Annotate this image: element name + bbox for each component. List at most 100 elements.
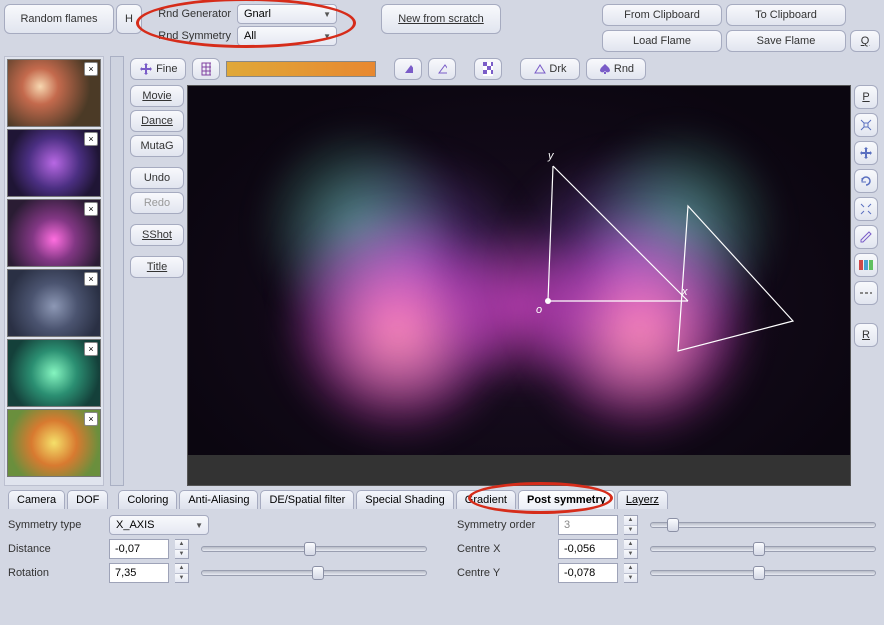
checker-icon — [483, 62, 493, 76]
centre-x-spinner[interactable]: ▲▼ — [624, 539, 638, 559]
palette-icon — [859, 260, 873, 270]
redo-button[interactable]: Redo — [130, 192, 184, 214]
triangle-filled-button[interactable] — [394, 58, 422, 80]
triangle-outline-button[interactable] — [428, 58, 456, 80]
symmetry-order-spinner[interactable]: ▲▼ — [624, 515, 638, 535]
gradient-preview-bar[interactable] — [226, 61, 376, 77]
save-flame-button[interactable]: Save Flame — [726, 30, 846, 52]
h-button[interactable]: H — [116, 4, 142, 34]
centre-y-slider[interactable] — [650, 570, 876, 576]
tab-coloring[interactable]: Coloring — [118, 490, 177, 509]
centre-y-input[interactable]: -0,078 — [558, 563, 618, 583]
centre-y-spinner[interactable]: ▲▼ — [624, 563, 638, 583]
title-button[interactable]: Title — [130, 256, 184, 278]
centre-x-label: Centre X — [457, 543, 552, 555]
tab-dof[interactable]: DOF — [67, 490, 108, 509]
overlay-x-label: x — [682, 286, 688, 298]
rnd-button[interactable]: Rnd — [586, 58, 646, 80]
thumbnail[interactable]: × — [7, 269, 101, 337]
close-icon[interactable]: × — [84, 342, 98, 356]
movie-button[interactable]: Movie — [130, 85, 184, 107]
preview-canvas[interactable]: y o x — [187, 85, 851, 486]
collapse-icon — [859, 118, 873, 132]
thumbnail[interactable]: × — [7, 59, 101, 127]
rnd-symmetry-select[interactable]: All — [237, 26, 337, 46]
grid-icon — [201, 62, 211, 76]
distance-label: Distance — [8, 543, 103, 555]
q-button[interactable]: Q — [850, 30, 880, 52]
centre-x-input[interactable]: -0,056 — [558, 539, 618, 559]
symmetry-order-input[interactable]: 3 — [558, 515, 618, 535]
load-flame-button[interactable]: Load Flame — [602, 30, 722, 52]
distance-spinner[interactable]: ▲▼ — [175, 539, 189, 559]
dash-icon — [859, 288, 873, 298]
new-from-scratch-button[interactable]: New from scratch — [381, 4, 501, 34]
triangle-filled-icon — [403, 63, 413, 75]
rotation-label: Rotation — [8, 567, 103, 579]
rotate-button[interactable] — [854, 169, 878, 193]
symmetry-order-label: Symmetry order — [457, 519, 552, 531]
transform-overlay — [188, 86, 850, 485]
grid-toggle-button[interactable] — [192, 58, 220, 80]
misc-button[interactable] — [854, 281, 878, 305]
symmetry-order-slider[interactable] — [650, 522, 876, 528]
rnd-generator-select[interactable]: Gnarl — [237, 4, 337, 24]
undo-button[interactable]: Undo — [130, 167, 184, 189]
tab-gradient[interactable]: Gradient — [456, 490, 516, 509]
tab-special-shading[interactable]: Special Shading — [356, 490, 454, 509]
thumbnail[interactable]: × — [7, 129, 101, 197]
close-icon[interactable]: × — [84, 272, 98, 286]
thumbnail[interactable]: × — [7, 339, 101, 407]
rotation-input[interactable]: 7,35 — [109, 563, 169, 583]
rotation-slider[interactable] — [201, 570, 427, 576]
rotation-spinner[interactable]: ▲▼ — [175, 563, 189, 583]
close-icon[interactable]: × — [84, 132, 98, 146]
move-arrows-icon — [139, 62, 153, 76]
sshot-button[interactable]: SShot — [130, 224, 184, 246]
expand-button[interactable] — [854, 197, 878, 221]
triangle-outline-icon — [437, 63, 447, 75]
move-button[interactable] — [854, 141, 878, 165]
close-icon[interactable]: × — [84, 62, 98, 76]
pencil-icon — [859, 230, 873, 244]
expand-icon — [859, 202, 873, 216]
random-flames-button[interactable]: Random flames — [4, 4, 114, 34]
centre-x-slider[interactable] — [650, 546, 876, 552]
centre-y-label: Centre Y — [457, 567, 552, 579]
move-arrows-icon — [859, 146, 873, 160]
mutag-button[interactable]: MutaG — [130, 135, 184, 157]
rotate-icon — [859, 174, 873, 188]
thumbnail-strip: × × × × × × — [4, 56, 104, 486]
tab-de-filter[interactable]: DE/Spatial filter — [260, 490, 354, 509]
distance-slider[interactable] — [201, 546, 427, 552]
tab-anti-aliasing[interactable]: Anti-Aliasing — [179, 490, 258, 509]
symmetry-type-label: Symmetry type — [8, 519, 103, 531]
thumbnail[interactable]: × — [7, 409, 101, 477]
tab-post-symmetry[interactable]: Post symmetry — [518, 490, 615, 509]
triangle-icon — [534, 64, 546, 74]
thumbnail-scrollbar[interactable] — [110, 56, 124, 486]
move-tool-button[interactable]: Fine — [130, 58, 186, 80]
dance-button[interactable]: Dance — [130, 110, 184, 132]
palette-button[interactable] — [854, 253, 878, 277]
overlay-o-label: o — [536, 304, 542, 316]
symmetry-type-select[interactable]: X_AXIS — [109, 515, 209, 535]
rnd-generator-label: Rnd Generator — [146, 8, 231, 20]
tab-camera[interactable]: Camera — [8, 490, 65, 509]
thumbnail[interactable]: × — [7, 199, 101, 267]
close-icon[interactable]: × — [84, 202, 98, 216]
r-button[interactable]: R — [854, 323, 878, 347]
distance-input[interactable]: -0,07 — [109, 539, 169, 559]
edit-button[interactable] — [854, 225, 878, 249]
tab-layerz[interactable]: Layerz — [617, 490, 668, 509]
p-button[interactable]: P — [854, 85, 878, 109]
close-icon[interactable]: × — [84, 412, 98, 426]
checker-button[interactable] — [474, 58, 502, 80]
rnd-symmetry-label: Rnd Symmetry — [146, 30, 231, 42]
overlay-y-label: y — [548, 150, 554, 162]
spade-icon — [599, 63, 611, 75]
from-clipboard-button[interactable]: From Clipboard — [602, 4, 722, 26]
drk-button[interactable]: Drk — [520, 58, 580, 80]
to-clipboard-button[interactable]: To Clipboard — [726, 4, 846, 26]
collapse-button[interactable] — [854, 113, 878, 137]
